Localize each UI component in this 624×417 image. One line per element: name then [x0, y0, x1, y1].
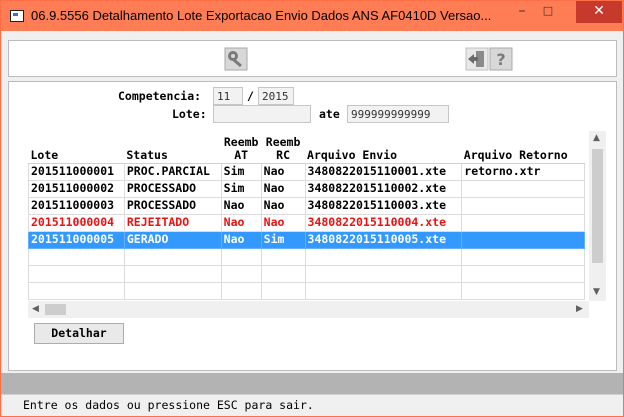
date-separator: /: [247, 89, 254, 103]
cell-arquivo-retorno: [461, 179, 585, 198]
competencia-year-field[interactable]: 2015: [258, 87, 294, 105]
cell-lote: 201511000005: [28, 230, 125, 249]
cell-reemb-rc: Nao: [260, 179, 306, 198]
cell-lote: 201511000003: [28, 196, 125, 215]
help-icon[interactable]: ?: [489, 47, 513, 71]
close-button[interactable]: ✕: [576, 1, 622, 23]
scroll-up-arrow-icon[interactable]: ▲: [593, 133, 600, 143]
cell-status: PROCESSADO: [123, 179, 222, 198]
window-title: 06.9.5556 Detalhamento Lote Exportacao E…: [31, 8, 492, 23]
empty-row[interactable]: [28, 281, 585, 300]
table-row[interactable]: 201511000003 PROCESSADO Nao Nao 34808220…: [28, 196, 585, 215]
col-header-reemb-rc-line1: Reemb: [265, 134, 301, 149]
cell-reemb-at: Sim: [220, 179, 262, 198]
competencia-label: Competencia:: [118, 89, 202, 103]
cell-status: GERADO: [123, 230, 222, 249]
cell-arquivo-retorno: [461, 213, 585, 232]
horizontal-scrollbar[interactable]: ◀ ▶: [28, 301, 589, 318]
col-header-reemb-at-line2: AT: [234, 147, 249, 162]
col-header-reemb-rc[interactable]: Reemb RC: [261, 131, 306, 164]
competencia-month-field[interactable]: 11: [213, 87, 243, 105]
col-header-reemb-rc-line2: RC: [276, 147, 291, 162]
maximize-button[interactable]: □: [535, 1, 561, 23]
table-row-rejected[interactable]: 201511000004 REJEITADO Nao Nao 348082201…: [28, 213, 585, 232]
cell-reemb-rc: Nao: [260, 213, 306, 232]
horizontal-scroll-thumb[interactable]: [45, 304, 66, 315]
lote-label: Lote:: [172, 107, 207, 121]
empty-row[interactable]: [28, 264, 585, 283]
col-header-arquivo-envio[interactable]: Arquivo Envio: [305, 131, 462, 164]
application-window: 06.9.5556 Detalhamento Lote Exportacao E…: [0, 0, 624, 417]
col-header-reemb-at[interactable]: Reemb AT: [221, 131, 262, 164]
lote-to-field[interactable]: 999999999999: [347, 105, 449, 123]
ate-label: ate: [319, 107, 340, 121]
cell-status: REJEITADO: [123, 213, 222, 232]
cell-arquivo-envio: 3480822015110004.xte: [304, 213, 463, 232]
scroll-right-arrow-icon[interactable]: ▶: [576, 304, 583, 314]
cell-reemb-rc: Sim: [260, 230, 306, 249]
cell-status: PROCESSADO: [123, 196, 222, 215]
table-row[interactable]: 201511000002 PROCESSADO Sim Nao 34808220…: [28, 179, 585, 198]
app-window-icon: [10, 10, 24, 22]
cell-reemb-rc: Nao: [260, 196, 306, 215]
cell-arquivo-envio: 3480822015110001.xte: [304, 162, 463, 181]
separator-band: [1, 373, 623, 394]
svg-text:?: ?: [496, 50, 505, 69]
cell-arquivo-retorno: [461, 196, 585, 215]
cell-reemb-at: Nao: [220, 213, 262, 232]
vertical-scrollbar[interactable]: ▲ ▼: [589, 131, 606, 301]
table-row[interactable]: 201511000001 PROC.PARCIAL Sim Nao 348082…: [28, 162, 585, 181]
cell-reemb-at: Nao: [220, 230, 262, 249]
cell-lote: 201511000004: [28, 213, 125, 232]
col-header-reemb-at-line1: Reemb: [223, 134, 259, 149]
cell-arquivo-envio: 3480822015110002.xte: [304, 179, 463, 198]
col-header-lote[interactable]: Lote: [28, 131, 125, 164]
grid-header-row: Lote Status Reemb AT Reemb RC Arquivo Envi…: [28, 131, 585, 164]
cell-arquivo-retorno: [461, 230, 585, 249]
title-bar[interactable]: 06.9.5556 Detalhamento Lote Exportacao E…: [1, 1, 623, 31]
lote-from-field[interactable]: [213, 105, 311, 123]
cell-arquivo-envio: 3480822015110003.xte: [304, 196, 463, 215]
cell-reemb-at: Nao: [220, 196, 262, 215]
vertical-scroll-thumb[interactable]: [592, 149, 603, 263]
cell-lote: 201511000002: [28, 179, 125, 198]
col-header-status[interactable]: Status: [124, 131, 222, 164]
empty-row[interactable]: [28, 247, 585, 266]
status-bar: Entre os dados ou pressione ESC para sai…: [1, 394, 623, 416]
exit-icon[interactable]: [465, 47, 489, 71]
toolbar: ?: [8, 40, 617, 77]
col-header-arquivo-retorno[interactable]: Arquivo Retorno: [461, 131, 585, 164]
scroll-down-arrow-icon[interactable]: ▼: [593, 287, 600, 297]
table-row-selected[interactable]: 201511000005 GERADO Nao Sim 348082201511…: [28, 230, 585, 249]
minimize-button[interactable]: –: [509, 1, 535, 23]
scroll-left-arrow-icon[interactable]: ◀: [32, 304, 39, 314]
cell-reemb-at: Sim: [220, 162, 262, 181]
cell-lote: 201511000001: [28, 162, 125, 181]
cell-status: PROC.PARCIAL: [123, 162, 222, 181]
detalhar-button[interactable]: Detalhar: [34, 323, 124, 344]
cell-reemb-rc: Nao: [260, 162, 306, 181]
lotes-grid[interactable]: Lote Status Reemb AT Reemb RC Arquivo Envi…: [28, 131, 585, 300]
cell-arquivo-envio: 3480822015110005.xte: [304, 230, 463, 249]
cell-arquivo-retorno: retorno.xtr: [461, 162, 585, 181]
key-icon[interactable]: [224, 47, 248, 71]
